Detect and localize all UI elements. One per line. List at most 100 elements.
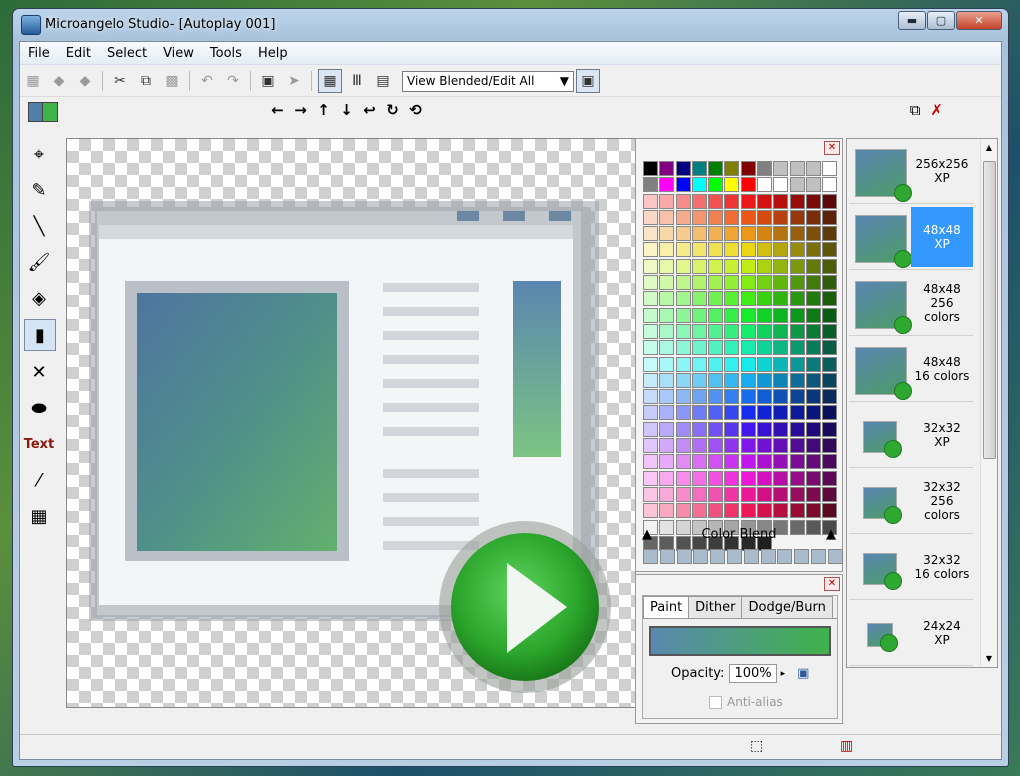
color-swatch[interactable] (740, 356, 756, 372)
minimize-button[interactable]: ▬ (898, 11, 926, 30)
shift-right-icon[interactable]: → (289, 101, 312, 119)
color-swatch[interactable] (724, 470, 740, 486)
color-swatch[interactable] (805, 258, 821, 274)
color-swatch[interactable] (691, 389, 707, 405)
color-swatch[interactable] (773, 307, 789, 323)
color-swatch[interactable] (643, 226, 658, 242)
color-swatch[interactable] (724, 275, 740, 291)
color-swatch[interactable] (724, 193, 740, 209)
color-swatch[interactable] (789, 372, 805, 388)
color-swatch[interactable] (740, 258, 756, 274)
color-swatch[interactable] (675, 486, 691, 502)
color-swatch[interactable] (675, 340, 691, 356)
color-swatch[interactable] (805, 454, 821, 470)
color-swatch[interactable] (740, 405, 756, 421)
color-swatch[interactable] (659, 438, 675, 454)
color-swatch[interactable] (805, 470, 821, 486)
color-swatch[interactable] (740, 389, 756, 405)
color-swatch[interactable] (708, 242, 724, 258)
color-swatch[interactable] (805, 421, 821, 437)
color-swatch[interactable] (708, 209, 724, 225)
color-swatch[interactable] (789, 438, 805, 454)
color-swatch[interactable] (708, 323, 724, 339)
color-swatch[interactable] (675, 177, 691, 193)
list-item[interactable]: 24x24 XP (849, 601, 973, 666)
color-swatch[interactable] (659, 503, 675, 519)
color-swatch[interactable] (675, 193, 691, 209)
color-swatch[interactable] (675, 323, 691, 339)
maximize-button[interactable]: ▢ (927, 11, 955, 30)
shift-up-icon[interactable]: ↑ (312, 101, 335, 119)
color-swatch[interactable] (805, 275, 821, 291)
flip-vertical-icon[interactable]: ↻ (381, 101, 404, 119)
list-item[interactable]: 256x256 XP (849, 139, 973, 204)
color-swatch[interactable] (822, 503, 838, 519)
scroll-down-icon[interactable]: ▼ (981, 654, 997, 663)
color-swatch[interactable] (643, 291, 658, 307)
color-swatch[interactable] (675, 275, 691, 291)
paint-close-button[interactable]: ✕ (824, 577, 840, 591)
color-swatch[interactable] (805, 177, 821, 193)
paint-gradient-preview[interactable] (649, 626, 831, 656)
redo-icon[interactable]: ↷ (222, 70, 244, 92)
color-swatch[interactable] (822, 340, 838, 356)
list-item[interactable]: 32x32 256 colors (849, 469, 973, 534)
color-swatch[interactable] (789, 291, 805, 307)
color-swatch[interactable] (659, 372, 675, 388)
color-swatch[interactable] (691, 405, 707, 421)
color-swatch[interactable] (805, 242, 821, 258)
color-swatch[interactable] (789, 356, 805, 372)
color-swatch[interactable] (708, 307, 724, 323)
color-swatch[interactable] (740, 421, 756, 437)
color-swatch[interactable] (822, 421, 838, 437)
color-swatch[interactable] (789, 486, 805, 502)
color-swatch[interactable] (740, 242, 756, 258)
antialias-checkbox[interactable] (709, 695, 722, 709)
color-swatch[interactable] (822, 226, 838, 242)
color-swatch[interactable] (708, 177, 724, 193)
color-swatch[interactable] (691, 503, 707, 519)
color-swatch[interactable] (822, 372, 838, 388)
color-swatch[interactable] (724, 356, 740, 372)
color-swatch[interactable] (822, 356, 838, 372)
color-swatch[interactable] (643, 372, 658, 388)
color-swatch[interactable] (805, 161, 821, 176)
color-swatch[interactable] (659, 193, 675, 209)
color-swatch[interactable] (740, 486, 756, 502)
color-swatch[interactable] (773, 291, 789, 307)
color-swatch[interactable] (757, 421, 773, 437)
ellipse-icon[interactable]: ⬬ (24, 393, 54, 423)
color-swatch[interactable] (773, 340, 789, 356)
color-swatch[interactable] (757, 389, 773, 405)
color-swatch[interactable] (675, 161, 691, 176)
color-swatch[interactable] (773, 193, 789, 209)
color-swatch[interactable] (822, 389, 838, 405)
color-swatch[interactable] (789, 323, 805, 339)
color-swatch[interactable] (805, 486, 821, 502)
color-swatch[interactable] (822, 486, 838, 502)
color-swatch[interactable] (789, 389, 805, 405)
blend-swatch[interactable] (710, 549, 726, 564)
blend-swatch[interactable] (693, 549, 709, 564)
color-swatch[interactable] (659, 161, 675, 176)
color-swatch[interactable] (822, 307, 838, 323)
color-swatch[interactable] (643, 356, 658, 372)
color-swatch[interactable] (740, 275, 756, 291)
color-swatch[interactable] (805, 307, 821, 323)
color-swatch[interactable] (708, 405, 724, 421)
color-swatch[interactable] (675, 242, 691, 258)
color-swatch[interactable] (757, 242, 773, 258)
color-swatch[interactable] (659, 291, 675, 307)
color-swatch[interactable] (659, 323, 675, 339)
menu-help[interactable]: Help (250, 46, 296, 61)
color-swatch[interactable] (822, 405, 838, 421)
open-icon[interactable]: ◆ (48, 70, 70, 92)
menu-edit[interactable]: Edit (58, 46, 99, 61)
menu-view[interactable]: View (155, 46, 202, 61)
color-swatch[interactable] (675, 503, 691, 519)
blend-right-icon[interactable]: ▲ (826, 527, 836, 542)
color-swatch[interactable] (675, 372, 691, 388)
color-swatch[interactable] (724, 372, 740, 388)
color-swatch[interactable] (757, 405, 773, 421)
color-swatch[interactable] (691, 258, 707, 274)
